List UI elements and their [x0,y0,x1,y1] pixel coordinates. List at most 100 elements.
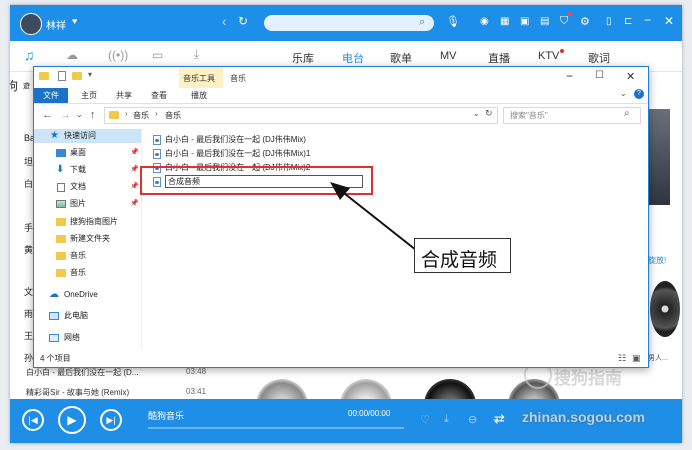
gear-icon[interactable]: ⚙ [580,15,590,28]
contextual-tab-label: 音乐工具 [183,74,215,83]
chevron-down-icon[interactable]: ▾ [88,70,92,79]
music-app-title-bar: 林祥 ♥ ‹ ↻ ⌕ 🎙 ◉ ▦ ▣ ▤ ⛉ ⚙ ▯ ⊏ − ✕ [10,5,682,41]
chevron-down-icon[interactable]: ⌄ [473,109,480,118]
search-icon[interactable]: ⌕ [419,16,425,29]
download-icon[interactable]: ⤓ [194,47,199,62]
forward-arrow-icon[interactable]: → [60,109,71,121]
left-strip-text: 黄 [24,245,34,255]
game-icon[interactable]: ▦ [500,16,509,27]
up-arrow-icon[interactable]: ↑ [90,109,96,121]
cloud-icon[interactable]: ☁ [66,48,78,62]
album-cover[interactable] [650,281,680,337]
banner-image[interactable] [646,109,670,205]
nav-tab-mv[interactable]: MV [440,50,457,62]
nav-tab-live[interactable]: 直播 [488,50,510,66]
breadcrumb-item[interactable]: 音乐 [165,110,181,121]
pin-icon[interactable]: 📌 [130,180,139,194]
play-button[interactable]: ▶ [58,406,86,434]
heart-icon[interactable]: ♡ [420,413,430,426]
nav-item-pictures[interactable]: 图片 📌 [34,197,141,211]
chat-icon[interactable]: ▣ [520,16,529,27]
song-title: 白小白 - 最后我们没在一起 (D... [26,368,139,377]
nav-tab-lyrics[interactable]: 歌词 [588,50,610,66]
nav-tab-ktv[interactable]: KTV [538,50,559,62]
radio-icon[interactable]: ((•)) [108,48,128,62]
close-icon[interactable]: ✕ [664,14,674,28]
search-input[interactable]: 搜索"音乐" ⌕ [503,107,641,124]
desktop-icon [56,149,66,157]
search-icon[interactable]: ⌕ [624,108,630,119]
mini-mode-icon[interactable]: ⊏ [624,16,632,27]
nav-item-network[interactable]: 网络 [34,331,141,345]
avatar[interactable] [20,13,42,35]
tab-view[interactable]: 查看 [151,90,167,101]
explorer-title-bar: ▾ 音乐工具 音乐 − ☐ ✕ [34,67,648,88]
tab-home[interactable]: 主页 [81,90,97,101]
playlist-mode-icon[interactable]: ⇄ [494,411,505,427]
nav-item-label: 桌面 [70,148,86,157]
minimize-icon[interactable]: − [566,69,573,83]
back-arrow-icon[interactable]: ‹ [222,14,226,29]
maximize-icon[interactable]: ☐ [595,70,604,81]
next-button[interactable]: ▶| [100,409,122,431]
nav-item-downloads[interactable]: ⬇ 下载 📌 [34,163,141,177]
computer-icon [49,312,59,320]
microphone-icon[interactable]: 🎙 [446,15,460,28]
breadcrumb-item[interactable]: 音乐 [133,110,149,121]
back-arrow-icon[interactable]: ← [42,109,53,121]
list-item[interactable]: 精彩哥Sir - 故事与她 (Remix) 03:41 [24,385,220,399]
close-icon[interactable]: ✕ [626,70,635,83]
radar-icon[interactable]: ◉ [480,16,489,27]
progress-bar[interactable] [148,427,404,429]
nav-tab-library[interactable]: 乐库 [292,50,314,66]
download-icon[interactable]: ⤓ [444,413,449,426]
nav-item-folder[interactable]: 搜狗指南图片 [34,215,141,229]
recent-locations-icon[interactable]: ⌄ [76,110,83,119]
right-badge: 旋放! [648,256,667,265]
details-view-icon[interactable]: ☷ [618,350,626,367]
music-search-box[interactable]: ⌕ [264,15,434,31]
folder-icon [56,252,66,260]
new-folder-icon[interactable] [72,72,82,80]
download-icon: ⬇ [56,164,65,175]
tab-share[interactable]: 共享 [116,90,132,101]
left-strip-text: 王 [24,331,34,341]
music-note-icon[interactable]: ♫ [24,47,35,63]
minimize-icon[interactable]: − [644,13,651,27]
refresh-icon[interactable]: ↻ [238,14,248,28]
pin-icon[interactable]: 📌 [130,197,139,211]
nav-item-quick-access[interactable]: ★ 快速访问 [34,129,141,143]
nav-item-onedrive[interactable]: ☁ OneDrive [34,288,141,302]
pin-icon[interactable]: 📌 [130,146,139,160]
nav-item-folder[interactable]: 音乐 [34,249,141,263]
address-bar[interactable]: › 音乐 › 音乐 ⌄ ↻ [104,107,498,124]
phone-icon[interactable]: ▯ [606,16,612,27]
nav-item-documents[interactable]: 文档 📌 [34,180,141,194]
ribbon-expand-icon[interactable]: ⌄ [620,89,627,98]
nav-item-this-pc[interactable]: 此电脑 [34,309,141,323]
device-icon[interactable]: ▭ [152,48,163,62]
nav-tab-playlists[interactable]: 歌单 [390,50,412,66]
tab-file[interactable]: 文件 [34,88,68,103]
shirt-icon[interactable]: ⛉ [560,15,568,28]
left-strip-text: 雨 [24,309,34,319]
ktv-red-dot [560,49,564,53]
pin-icon[interactable]: 📌 [130,163,139,177]
document-icon [57,183,65,192]
previous-button[interactable]: |◀ [22,409,44,431]
message-icon[interactable]: ▤ [540,16,549,27]
minus-icon[interactable]: ⊖ [468,413,477,426]
left-strip-text: 白 [24,179,34,189]
large-icons-view-icon[interactable]: ▣ [632,350,641,367]
nav-item-folder[interactable]: 音乐 [34,266,141,280]
ribbon-tabs: 文件 主页 共享 查看 播放 ⌄ ? [34,88,648,104]
quick-properties-icon[interactable] [58,71,66,81]
user-name[interactable]: 林祥 [46,17,66,32]
nav-item-folder[interactable]: 新建文件夹 [34,232,141,246]
nav-tab-radio[interactable]: 电台 [342,50,364,66]
help-icon[interactable]: ? [634,89,644,99]
refresh-icon[interactable]: ↻ [485,108,493,119]
tab-play[interactable]: 播放 [191,90,207,101]
nav-item-desktop[interactable]: 桌面 📌 [34,146,141,160]
nav-item-label: 网络 [64,333,80,342]
